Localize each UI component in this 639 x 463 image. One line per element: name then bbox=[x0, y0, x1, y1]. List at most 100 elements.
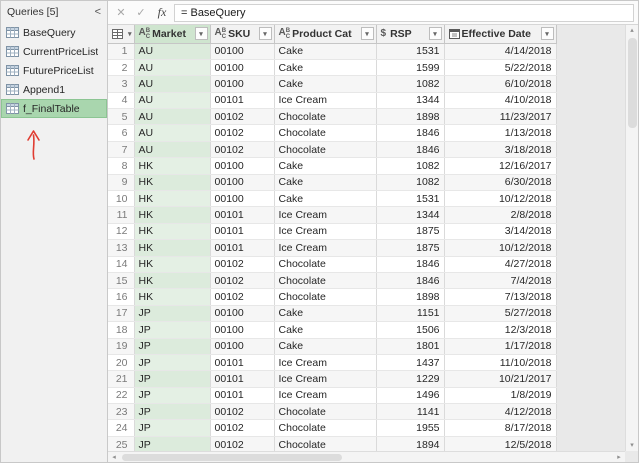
cell-effective-date[interactable]: 11/10/2018 bbox=[444, 354, 556, 370]
cell-effective-date[interactable]: 3/14/2018 bbox=[444, 223, 556, 239]
cell-rsp[interactable]: 1531 bbox=[376, 43, 444, 59]
corner-header-cell[interactable]: ▾ bbox=[108, 25, 134, 43]
cell-product-cat[interactable]: Cake bbox=[274, 305, 376, 321]
cell-rsp[interactable]: 1082 bbox=[376, 76, 444, 92]
cell-rsp[interactable]: 1496 bbox=[376, 387, 444, 403]
commit-formula-button[interactable]: ✓ bbox=[132, 6, 150, 19]
cell-sku[interactable]: 00102 bbox=[210, 289, 274, 305]
cell-rsp[interactable]: 1141 bbox=[376, 404, 444, 420]
cell-sku[interactable]: 00101 bbox=[210, 387, 274, 403]
cell-rsp[interactable]: 1151 bbox=[376, 305, 444, 321]
horizontal-scrollbar[interactable]: ◂ ▸ bbox=[108, 451, 625, 462]
column-header-effective-date[interactable]: Effective Date ▾ bbox=[444, 25, 556, 43]
column-header-market[interactable]: A BC Market ▾ bbox=[134, 25, 210, 43]
cell-market[interactable]: JP bbox=[134, 404, 210, 420]
cell-rsp[interactable]: 1506 bbox=[376, 322, 444, 338]
cell-effective-date[interactable]: 8/17/2018 bbox=[444, 420, 556, 436]
cell-market[interactable]: JP bbox=[134, 338, 210, 354]
cell-sku[interactable]: 00102 bbox=[210, 420, 274, 436]
cell-product-cat[interactable]: Cake bbox=[274, 158, 376, 174]
cell-market[interactable]: HK bbox=[134, 240, 210, 256]
cell-market[interactable]: JP bbox=[134, 387, 210, 403]
horizontal-scrollbar-thumb[interactable] bbox=[122, 454, 342, 461]
cell-sku[interactable]: 00100 bbox=[210, 191, 274, 207]
column-header-product-cat[interactable]: A BC Product Cat ▾ bbox=[274, 25, 376, 43]
cell-sku[interactable]: 00102 bbox=[210, 256, 274, 272]
cell-sku[interactable]: 00100 bbox=[210, 43, 274, 59]
cell-effective-date[interactable]: 3/18/2018 bbox=[444, 141, 556, 157]
cell-rsp[interactable]: 1082 bbox=[376, 158, 444, 174]
scroll-left-icon[interactable]: ◂ bbox=[108, 452, 120, 463]
cell-product-cat[interactable]: Chocolate bbox=[274, 256, 376, 272]
collapse-panel-button[interactable]: < bbox=[95, 6, 101, 18]
cell-market[interactable]: HK bbox=[134, 289, 210, 305]
cell-rsp[interactable]: 1955 bbox=[376, 420, 444, 436]
cell-market[interactable]: AU bbox=[134, 109, 210, 125]
cell-rsp[interactable]: 1599 bbox=[376, 59, 444, 75]
cell-product-cat[interactable]: Cake bbox=[274, 76, 376, 92]
cell-effective-date[interactable]: 5/27/2018 bbox=[444, 305, 556, 321]
cell-effective-date[interactable]: 7/13/2018 bbox=[444, 289, 556, 305]
cell-effective-date[interactable]: 12/3/2018 bbox=[444, 322, 556, 338]
formula-input[interactable]: = BaseQuery bbox=[174, 4, 634, 22]
cell-effective-date[interactable]: 4/14/2018 bbox=[444, 43, 556, 59]
cell-effective-date[interactable]: 6/30/2018 bbox=[444, 174, 556, 190]
cell-sku[interactable]: 00102 bbox=[210, 272, 274, 288]
cell-market[interactable]: HK bbox=[134, 207, 210, 223]
cell-sku[interactable]: 00100 bbox=[210, 59, 274, 75]
filter-dropdown-effective-date[interactable]: ▾ bbox=[541, 27, 554, 40]
cell-rsp[interactable]: 1846 bbox=[376, 272, 444, 288]
cell-product-cat[interactable]: Cake bbox=[274, 174, 376, 190]
cell-rsp[interactable]: 1344 bbox=[376, 207, 444, 223]
cell-market[interactable]: AU bbox=[134, 59, 210, 75]
cell-market[interactable]: HK bbox=[134, 158, 210, 174]
cell-effective-date[interactable]: 10/12/2018 bbox=[444, 191, 556, 207]
cell-product-cat[interactable]: Chocolate bbox=[274, 109, 376, 125]
cell-market[interactable]: HK bbox=[134, 272, 210, 288]
filter-dropdown-market[interactable]: ▾ bbox=[195, 27, 208, 40]
cell-sku[interactable]: 00100 bbox=[210, 305, 274, 321]
cell-effective-date[interactable]: 10/12/2018 bbox=[444, 240, 556, 256]
cell-market[interactable]: JP bbox=[134, 322, 210, 338]
cell-sku[interactable]: 00101 bbox=[210, 354, 274, 370]
cell-product-cat[interactable]: Chocolate bbox=[274, 141, 376, 157]
cell-product-cat[interactable]: Chocolate bbox=[274, 272, 376, 288]
cell-rsp[interactable]: 1082 bbox=[376, 174, 444, 190]
query-list-item[interactable]: BaseQuery bbox=[1, 23, 107, 42]
cell-market[interactable]: AU bbox=[134, 125, 210, 141]
cell-product-cat[interactable]: Cake bbox=[274, 59, 376, 75]
cell-rsp[interactable]: 1531 bbox=[376, 191, 444, 207]
cell-sku[interactable]: 00101 bbox=[210, 207, 274, 223]
cell-market[interactable]: HK bbox=[134, 223, 210, 239]
cell-product-cat[interactable]: Chocolate bbox=[274, 289, 376, 305]
cell-rsp[interactable]: 1875 bbox=[376, 223, 444, 239]
scroll-up-icon[interactable]: ▴ bbox=[626, 25, 639, 36]
cell-sku[interactable]: 00102 bbox=[210, 109, 274, 125]
filter-dropdown-rsp[interactable]: ▾ bbox=[429, 27, 442, 40]
cell-market[interactable]: JP bbox=[134, 305, 210, 321]
cell-product-cat[interactable]: Chocolate bbox=[274, 404, 376, 420]
cell-product-cat[interactable]: Cake bbox=[274, 322, 376, 338]
cell-market[interactable]: AU bbox=[134, 43, 210, 59]
cell-product-cat[interactable]: Ice Cream bbox=[274, 207, 376, 223]
query-list-item[interactable]: FuturePriceList bbox=[1, 61, 107, 80]
cell-product-cat[interactable]: Ice Cream bbox=[274, 387, 376, 403]
cell-effective-date[interactable]: 1/8/2019 bbox=[444, 387, 556, 403]
cell-product-cat[interactable]: Cake bbox=[274, 191, 376, 207]
cell-market[interactable]: JP bbox=[134, 354, 210, 370]
cell-rsp[interactable]: 1801 bbox=[376, 338, 444, 354]
cell-product-cat[interactable]: Cake bbox=[274, 43, 376, 59]
cell-product-cat[interactable]: Ice Cream bbox=[274, 223, 376, 239]
cell-sku[interactable]: 00102 bbox=[210, 141, 274, 157]
scroll-down-icon[interactable]: ▾ bbox=[626, 440, 639, 451]
cell-product-cat[interactable]: Ice Cream bbox=[274, 354, 376, 370]
column-header-sku[interactable]: A BC SKU ▾ bbox=[210, 25, 274, 43]
cell-effective-date[interactable]: 1/17/2018 bbox=[444, 338, 556, 354]
cell-product-cat[interactable]: Chocolate bbox=[274, 420, 376, 436]
vertical-scrollbar-thumb[interactable] bbox=[628, 38, 637, 128]
cell-effective-date[interactable]: 6/10/2018 bbox=[444, 76, 556, 92]
cell-market[interactable]: HK bbox=[134, 256, 210, 272]
cell-product-cat[interactable]: Ice Cream bbox=[274, 240, 376, 256]
column-header-rsp[interactable]: $ RSP ▾ bbox=[376, 25, 444, 43]
vertical-scrollbar[interactable]: ▴ ▾ bbox=[625, 25, 638, 451]
